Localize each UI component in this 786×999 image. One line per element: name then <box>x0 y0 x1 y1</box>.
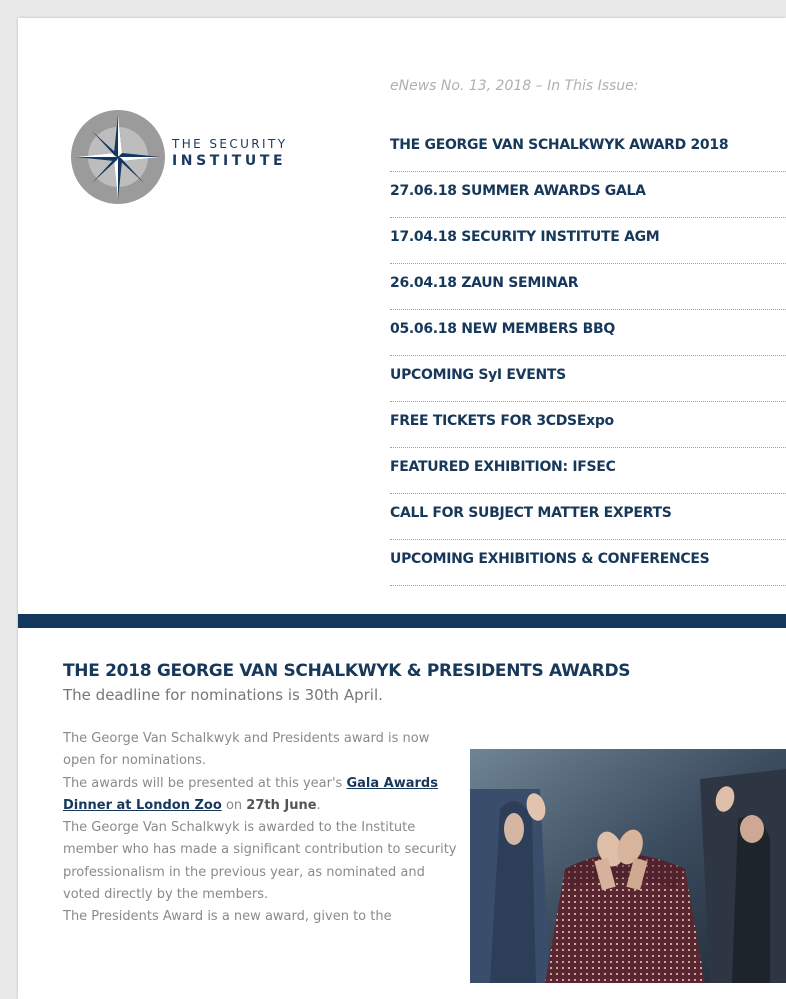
toc-link-gvs-award[interactable]: THE GEORGE VAN SCHALKWYK AWARD 2018 <box>390 137 729 153</box>
toc-link-upcoming-events[interactable]: UPCOMING SyI EVENTS <box>390 367 566 383</box>
article-text: on <box>221 797 247 813</box>
article-text: . <box>316 797 321 813</box>
article-paragraph: The Presidents Award is a new award, giv… <box>63 909 392 925</box>
toc-link-new-members-bbq[interactable]: 05.06.18 NEW MEMBERS BBQ <box>390 321 615 337</box>
toc-link-summer-gala[interactable]: 27.06.18 SUMMER AWARDS GALA <box>390 183 646 199</box>
audience-photo-svg <box>470 749 786 983</box>
article-paragraph: The George Van Schalkwyk and Presidents … <box>63 731 430 769</box>
article-subtitle: The deadline for nominations is 30th Apr… <box>63 686 383 704</box>
toc-link-agm[interactable]: 17.04.18 SECURITY INSTITUTE AGM <box>390 229 660 245</box>
toc-link-zaun-seminar[interactable]: 26.04.18 ZAUN SEMINAR <box>390 275 579 291</box>
table-of-contents: THE GEORGE VAN SCHALKWYK AWARD 2018 27.0… <box>390 126 786 586</box>
logo-line-institute: INSTITUTE <box>172 153 287 169</box>
compass-star-icon <box>71 110 165 204</box>
article-paragraph: The George Van Schalkwyk is awarded to t… <box>63 820 457 903</box>
toc-item: 05.06.18 NEW MEMBERS BBQ <box>390 310 786 356</box>
toc-link-subject-experts[interactable]: CALL FOR SUBJECT MATTER EXPERTS <box>390 505 672 521</box>
event-date: 27th June <box>246 797 317 813</box>
toc-item: CALL FOR SUBJECT MATTER EXPERTS <box>390 494 786 540</box>
article-text: The awards will be presented at this yea… <box>63 775 347 791</box>
article-paragraph: The awards will be presented at this yea… <box>63 773 458 818</box>
article-title: THE 2018 GEORGE VAN SCHALKWYK & PRESIDEN… <box>63 661 631 681</box>
issue-heading: eNews No. 13, 2018 – In This Issue: <box>390 78 639 94</box>
toc-link-exhibitions[interactable]: UPCOMING EXHIBITIONS & CONFERENCES <box>390 551 710 567</box>
newsletter-page: THE SECURITY INSTITUTE eNews No. 13, 201… <box>18 18 786 999</box>
toc-item: THE GEORGE VAN SCHALKWYK AWARD 2018 <box>390 126 786 172</box>
toc-item: FREE TICKETS FOR 3CDSExpo <box>390 402 786 448</box>
toc-item: 27.06.18 SUMMER AWARDS GALA <box>390 172 786 218</box>
toc-link-ifsec[interactable]: FEATURED EXHIBITION: IFSEC <box>390 459 616 475</box>
logo-wordmark: THE SECURITY INSTITUTE <box>172 137 287 169</box>
toc-item: UPCOMING SyI EVENTS <box>390 356 786 402</box>
toc-item: UPCOMING EXHIBITIONS & CONFERENCES <box>390 540 786 586</box>
toc-item: FEATURED EXHIBITION: IFSEC <box>390 448 786 494</box>
security-institute-logo[interactable]: THE SECURITY INSTITUTE <box>70 109 320 209</box>
section-divider-band <box>18 614 786 628</box>
toc-item: 26.04.18 ZAUN SEMINAR <box>390 264 786 310</box>
applauding-audience-photo <box>470 749 786 983</box>
article-body: The George Van Schalkwyk and Presidents … <box>63 728 458 929</box>
toc-link-free-tickets[interactable]: FREE TICKETS FOR 3CDSExpo <box>390 413 614 429</box>
logo-line-the-security: THE SECURITY <box>172 137 288 151</box>
toc-item: 17.04.18 SECURITY INSTITUTE AGM <box>390 218 786 264</box>
